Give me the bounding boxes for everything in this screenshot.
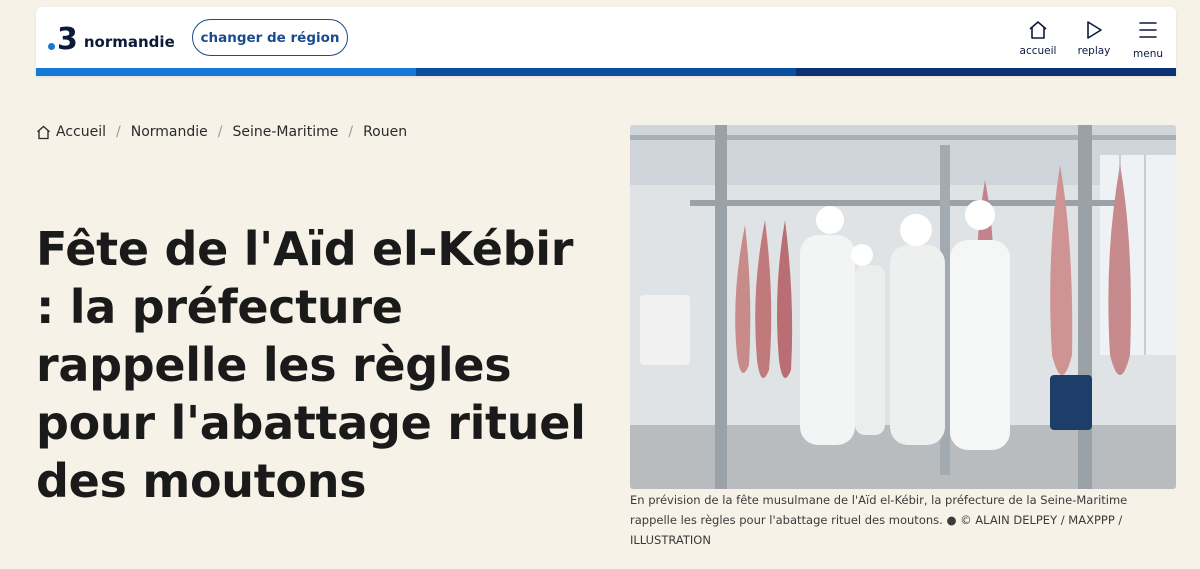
- hamburger-menu-icon: [1139, 22, 1157, 38]
- breadcrumb-separator: /: [217, 124, 223, 140]
- nav-home[interactable]: accueil: [1018, 20, 1058, 57]
- france3-logo[interactable]: 3 normandie: [48, 23, 175, 57]
- play-icon: [1087, 21, 1102, 39]
- logo-number: 3: [57, 22, 78, 57]
- article-title: Fête de l'Aïd el-Kébir : la préfecture r…: [36, 222, 586, 508]
- breadcrumb-item-seine-maritime[interactable]: Seine-Maritime: [232, 124, 338, 140]
- slaughterhouse-photo-illustration: [630, 125, 1176, 489]
- nav-replay[interactable]: replay: [1074, 20, 1114, 57]
- change-region-button[interactable]: changer de région: [192, 19, 348, 56]
- color-bar-segment: [796, 68, 1176, 76]
- breadcrumb-home[interactable]: Accueil: [36, 124, 106, 140]
- breadcrumb-item-normandie[interactable]: Normandie: [131, 124, 208, 140]
- breadcrumb-label: Accueil: [56, 124, 106, 140]
- nav-replay-label: replay: [1077, 45, 1111, 57]
- nav-menu[interactable]: menu: [1128, 20, 1168, 60]
- logo-region-name: normandie: [83, 33, 175, 51]
- color-bar-segment: [416, 68, 796, 76]
- home-icon: [37, 125, 50, 139]
- breadcrumb-item-rouen[interactable]: Rouen: [363, 124, 407, 140]
- logo-dot: [48, 42, 55, 50]
- nav-home-label: accueil: [1019, 45, 1057, 57]
- breadcrumb: Accueil / Normandie / Seine-Maritime / R…: [36, 124, 407, 140]
- breadcrumb-separator: /: [348, 124, 354, 140]
- article-photo[interactable]: [630, 125, 1176, 489]
- color-bar-segment: [36, 68, 416, 76]
- photo-caption: En prévision de la fête musulmane de l'A…: [630, 493, 1128, 547]
- home-icon: [1029, 21, 1047, 39]
- site-header: 3 normandie changer de région accueil re…: [36, 7, 1176, 76]
- header-color-bar: [36, 68, 1176, 76]
- breadcrumb-separator: /: [116, 124, 121, 140]
- nav-menu-label: menu: [1133, 48, 1163, 60]
